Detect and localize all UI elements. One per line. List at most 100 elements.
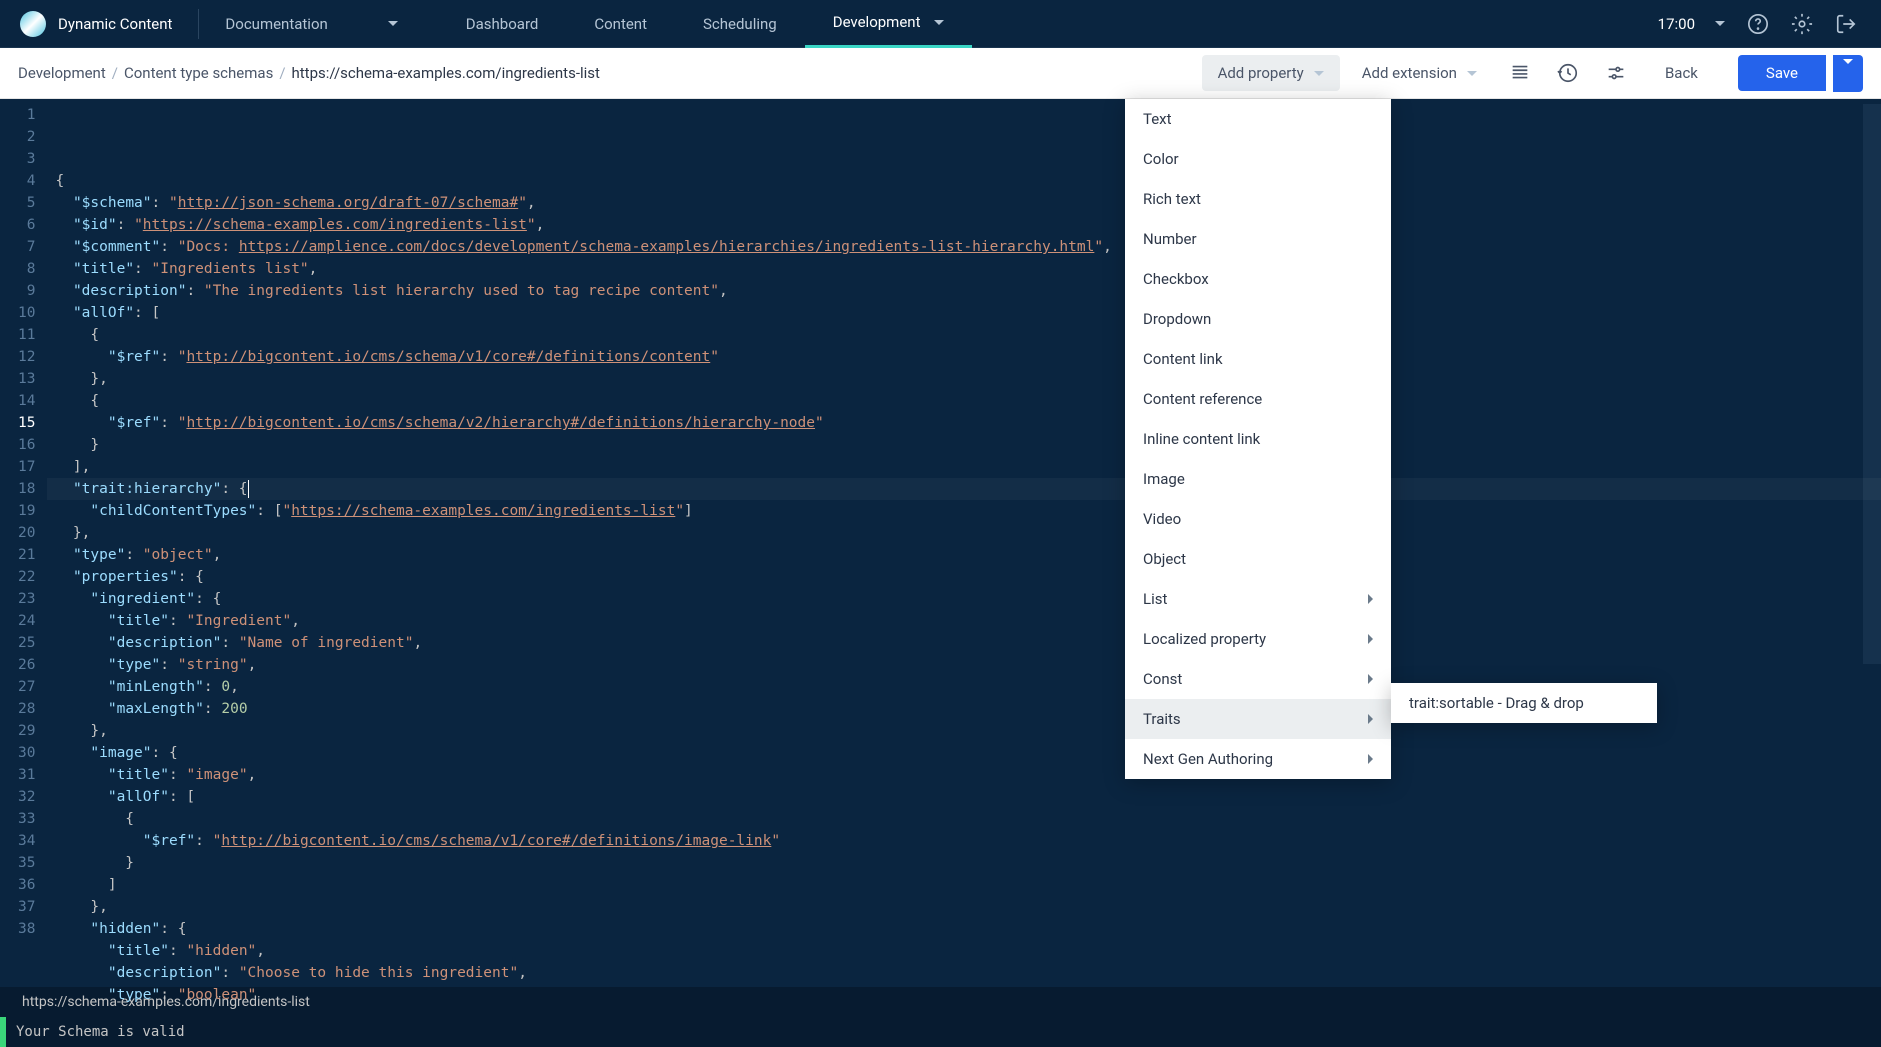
- code-line[interactable]: ]: [47, 874, 1881, 896]
- code-line[interactable]: "type": "boolean": [47, 984, 1881, 1006]
- time-dropdown[interactable]: 17:00: [1658, 15, 1725, 33]
- hub-dropdown[interactable]: Documentation: [205, 15, 417, 33]
- chevron-down-icon: [1314, 71, 1324, 76]
- submenu-item[interactable]: trait:sortable - Drag & drop: [1391, 683, 1657, 723]
- help-icon[interactable]: [1747, 13, 1769, 35]
- format-icon[interactable]: [1499, 53, 1541, 93]
- chevron-down-icon: [1467, 71, 1477, 76]
- add-property-label: Add property: [1218, 64, 1304, 82]
- settings-icon[interactable]: [1791, 13, 1813, 35]
- history-icon[interactable]: [1547, 53, 1589, 93]
- add-extension-label: Add extension: [1362, 64, 1457, 82]
- code-line[interactable]: },: [47, 720, 1881, 742]
- nav-item-content[interactable]: Content: [566, 0, 675, 48]
- code-line[interactable]: "type": "object",: [47, 544, 1881, 566]
- code-line[interactable]: "title": "image",: [47, 764, 1881, 786]
- logout-icon[interactable]: [1835, 13, 1857, 35]
- code-editor[interactable]: 1234567891011121314151617181920212223242…: [0, 99, 1881, 987]
- code-line[interactable]: "allOf": [: [47, 786, 1881, 808]
- chevron-right-icon: [1368, 714, 1373, 724]
- code-line[interactable]: },: [47, 896, 1881, 918]
- back-button[interactable]: Back: [1643, 55, 1720, 91]
- chevron-right-icon: [1368, 754, 1373, 764]
- nav: DashboardContentSchedulingDevelopment: [438, 0, 973, 48]
- nav-item-dashboard[interactable]: Dashboard: [438, 0, 567, 48]
- breadcrumb-item[interactable]: Content type schemas: [124, 64, 273, 82]
- back-label: Back: [1665, 64, 1698, 82]
- menu-item-content-reference[interactable]: Content reference: [1125, 379, 1391, 419]
- code-line[interactable]: {: [47, 324, 1881, 346]
- logo-icon: [20, 11, 46, 37]
- code-line[interactable]: "image": {: [47, 742, 1881, 764]
- code-line[interactable]: "description": "The ingredients list hie…: [47, 280, 1881, 302]
- save-label: Save: [1766, 64, 1798, 82]
- menu-item-next-gen-authoring[interactable]: Next Gen Authoring: [1125, 739, 1391, 779]
- code-line[interactable]: "childContentTypes": ["https://schema-ex…: [47, 500, 1881, 522]
- menu-item-checkbox[interactable]: Checkbox: [1125, 259, 1391, 299]
- code-area[interactable]: { "$schema": "http://json-schema.org/dra…: [47, 99, 1881, 987]
- code-line[interactable]: }: [47, 852, 1881, 874]
- code-line[interactable]: "trait:hierarchy": {: [47, 478, 1881, 500]
- code-line[interactable]: "description": "Choose to hide this ingr…: [47, 962, 1881, 984]
- app-name: Dynamic Content: [58, 15, 172, 33]
- topbar: Dynamic Content Documentation DashboardC…: [0, 0, 1881, 48]
- menu-item-text[interactable]: Text: [1125, 99, 1391, 139]
- code-line[interactable]: }: [47, 434, 1881, 456]
- code-line[interactable]: "title": "Ingredients list",: [47, 258, 1881, 280]
- save-dropdown-button[interactable]: [1833, 55, 1863, 92]
- code-line[interactable]: "$ref": "http://bigcontent.io/cms/schema…: [47, 830, 1881, 852]
- chevron-down-icon: [388, 21, 398, 26]
- menu-item-number[interactable]: Number: [1125, 219, 1391, 259]
- code-line[interactable]: {: [47, 170, 1881, 192]
- code-line[interactable]: "description": "Name of ingredient",: [47, 632, 1881, 654]
- line-gutter: 1234567891011121314151617181920212223242…: [0, 99, 47, 987]
- code-line[interactable]: "allOf": [: [47, 302, 1881, 324]
- code-line[interactable]: "$ref": "http://bigcontent.io/cms/schema…: [47, 412, 1881, 434]
- code-line[interactable]: "title": "Ingredient",: [47, 610, 1881, 632]
- code-line[interactable]: "$comment": "Docs: https://amplience.com…: [47, 236, 1881, 258]
- code-line[interactable]: "$schema": "http://json-schema.org/draft…: [47, 192, 1881, 214]
- add-property-button[interactable]: Add property: [1202, 55, 1340, 91]
- code-line[interactable]: },: [47, 368, 1881, 390]
- code-line[interactable]: "$ref": "http://bigcontent.io/cms/schema…: [47, 346, 1881, 368]
- add-extension-button[interactable]: Add extension: [1346, 55, 1493, 91]
- menu-item-color[interactable]: Color: [1125, 139, 1391, 179]
- code-line[interactable]: "$id": "https://schema-examples.com/ingr…: [47, 214, 1881, 236]
- chevron-down-icon: [1843, 59, 1853, 83]
- divider: [198, 9, 199, 39]
- nav-item-development[interactable]: Development: [805, 0, 973, 48]
- menu-item-inline-content-link[interactable]: Inline content link: [1125, 419, 1391, 459]
- code-line[interactable]: "type": "string",: [47, 654, 1881, 676]
- menu-item-localized-property[interactable]: Localized property: [1125, 619, 1391, 659]
- menu-item-dropdown[interactable]: Dropdown: [1125, 299, 1391, 339]
- breadcrumb-item: https://schema-examples.com/ingredients-…: [292, 64, 600, 82]
- menu-item-video[interactable]: Video: [1125, 499, 1391, 539]
- breadcrumb-item[interactable]: Development: [18, 64, 106, 82]
- chevron-down-icon: [934, 20, 944, 25]
- add-property-menu: TextColorRich textNumberCheckboxDropdown…: [1125, 99, 1391, 779]
- chevron-down-icon: [1715, 21, 1725, 26]
- code-line[interactable]: {: [47, 390, 1881, 412]
- code-line[interactable]: "ingredient": {: [47, 588, 1881, 610]
- settings-sliders-icon[interactable]: [1595, 53, 1637, 93]
- topbar-right: 17:00: [1658, 13, 1881, 35]
- code-line[interactable]: "title": "hidden",: [47, 940, 1881, 962]
- toolbar: Development/Content type schemas/https:/…: [0, 48, 1881, 99]
- code-line[interactable]: ],: [47, 456, 1881, 478]
- chevron-right-icon: [1368, 634, 1373, 644]
- menu-item-image[interactable]: Image: [1125, 459, 1391, 499]
- nav-item-scheduling[interactable]: Scheduling: [675, 0, 805, 48]
- code-line[interactable]: "hidden": {: [47, 918, 1881, 940]
- code-line[interactable]: {: [47, 808, 1881, 830]
- code-line[interactable]: },: [47, 522, 1881, 544]
- save-button[interactable]: Save: [1738, 55, 1826, 91]
- code-line[interactable]: "properties": {: [47, 566, 1881, 588]
- menu-item-traits[interactable]: Traits: [1125, 699, 1391, 739]
- chevron-right-icon: [1368, 674, 1373, 684]
- menu-item-object[interactable]: Object: [1125, 539, 1391, 579]
- menu-item-content-link[interactable]: Content link: [1125, 339, 1391, 379]
- menu-item-const[interactable]: Const: [1125, 659, 1391, 699]
- status-text: Your Schema is valid: [6, 1024, 195, 1040]
- menu-item-list[interactable]: List: [1125, 579, 1391, 619]
- menu-item-rich-text[interactable]: Rich text: [1125, 179, 1391, 219]
